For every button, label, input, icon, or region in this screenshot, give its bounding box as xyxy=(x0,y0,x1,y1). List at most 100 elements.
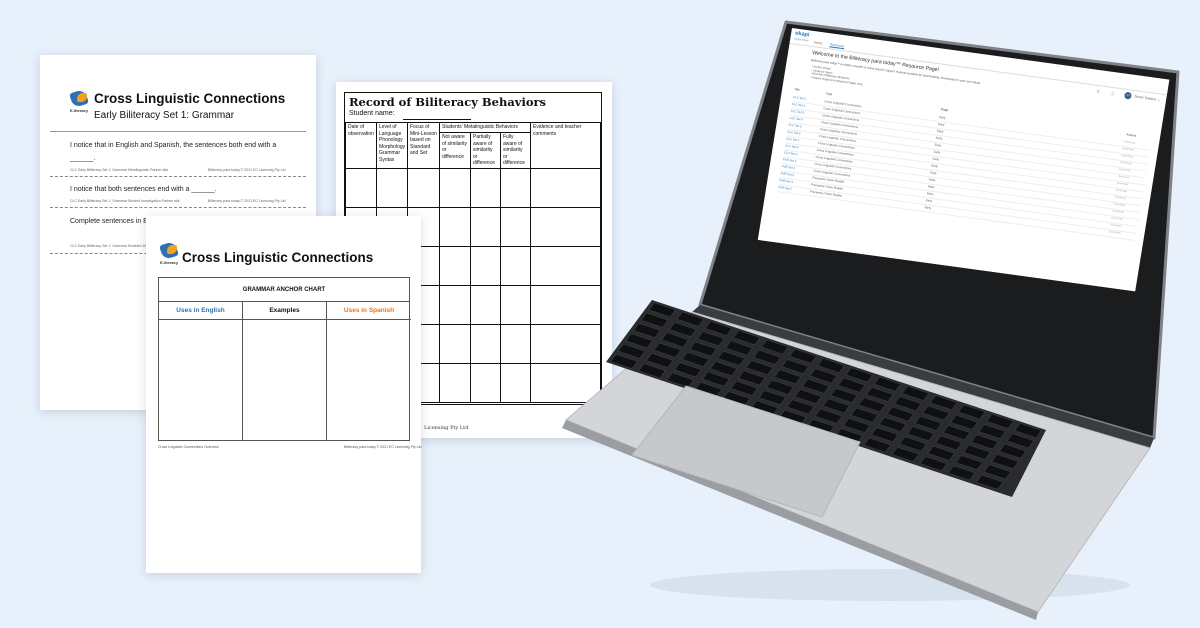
column-header-actions: Actions xyxy=(1126,132,1137,138)
footer-left: CLC Early Biliteracy Set 1: Grammar Mode… xyxy=(70,244,154,248)
prompt-text: I notice that both sentences end with a … xyxy=(70,186,217,193)
download-button[interactable]: Download xyxy=(1114,196,1126,201)
resource-stage: Early xyxy=(931,163,939,169)
logo-caption: E-literacy xyxy=(70,108,89,113)
download-button[interactable]: Download xyxy=(1120,161,1132,166)
resource-stage: Early xyxy=(935,135,943,141)
resource-title-link[interactable]: PVR Set 5 xyxy=(778,185,792,191)
worksheet-subtitle: Early Biliteracy Set 1: Grammar xyxy=(94,110,235,121)
footer-left: CLC Early Biliteracy Set 1: Grammar Stud… xyxy=(70,199,180,203)
download-list: • Anchor Charts • Sentence Stems • Recor… xyxy=(810,65,865,86)
resource-title-link[interactable]: CLC Set 4 xyxy=(789,116,803,122)
download-button[interactable]: Download xyxy=(1123,140,1135,145)
resource-title-link[interactable]: PVR Set 1 xyxy=(783,157,797,163)
footer-right: Biliteracy para today © 2021 EC Licensin… xyxy=(208,199,286,203)
chevron-down-icon: ⌄ xyxy=(1156,97,1161,102)
resource-stage: Early xyxy=(932,156,940,162)
resource-title-link[interactable]: PVR Set 2 xyxy=(781,164,795,170)
help-icon[interactable]: ⓘ xyxy=(1110,91,1115,96)
download-button[interactable]: Download xyxy=(1113,202,1125,207)
col-group-behaviors: Students’ Metalinguistic Behaviors xyxy=(438,122,532,133)
column-examples-header: Examples xyxy=(243,302,326,320)
divider xyxy=(50,131,306,132)
cut-line xyxy=(50,207,306,208)
tab-resources[interactable]: Resources xyxy=(829,42,845,50)
app-tabs: Books Resources xyxy=(813,40,845,50)
download-button[interactable]: Download xyxy=(1119,168,1131,173)
resource-stage: Early xyxy=(934,142,942,148)
col-focus: Focus of Mini-Lesson based on Standard a… xyxy=(407,122,440,169)
column-english-header: Uses in English xyxy=(159,302,242,320)
worksheet-title: Cross Linguistic Connections xyxy=(94,91,286,106)
search-icon[interactable]: ⚲ xyxy=(1096,89,1100,94)
logo-caption: E-literacy xyxy=(160,260,179,265)
col-fully-aware: Fully aware of similarity or difference xyxy=(499,132,532,169)
tab-books[interactable]: Books xyxy=(813,40,823,46)
download-button[interactable]: Download xyxy=(1112,209,1124,214)
biliteracy-logo-icon: E-literacy xyxy=(69,88,90,115)
student-name-line xyxy=(403,119,471,120)
download-button[interactable]: Download xyxy=(1122,147,1134,152)
resource-stage: Early xyxy=(925,198,933,203)
col-partially-aware: Partially aware of similarity or differe… xyxy=(470,132,501,169)
student-name-label: Student name: xyxy=(349,110,395,117)
download-button[interactable]: Download xyxy=(1118,175,1130,180)
footer-left: Cross Linguistic Connections Overview xyxy=(158,445,219,449)
resource-stage: Early xyxy=(929,170,938,176)
resource-stage: Early xyxy=(926,191,934,197)
resource-stage: Early xyxy=(933,149,941,155)
resource-title-link[interactable]: CLC Set 3 xyxy=(790,109,804,115)
resource-title-link[interactable]: CLC Set 1 xyxy=(793,95,807,101)
resource-title-link[interactable]: CLC Set 7 xyxy=(786,137,800,143)
column-header-type[interactable]: Type xyxy=(826,91,833,96)
cut-line xyxy=(50,176,306,177)
column-english: Uses in English xyxy=(159,302,243,440)
column-header-stage[interactable]: Stage xyxy=(940,107,948,112)
column-spanish-header: Uses in Spanish xyxy=(327,302,411,320)
footer-right: Biliteracy para today © 2021 EC Licensin… xyxy=(208,168,286,172)
record-copyright: Licensing Pty Ltd xyxy=(424,425,469,431)
anchor-sheet-title: Cross Linguistic Connections xyxy=(182,250,374,265)
resource-stage: Early xyxy=(936,128,944,134)
grammar-anchor-chart-sheet: E-literacy Cross Linguistic Connections … xyxy=(146,216,421,573)
resource-title-link[interactable]: CLC Set 6 xyxy=(787,130,801,136)
col-not-aware: Not aware of similarity or difference xyxy=(439,132,471,169)
col-level: Level of Language Phonology Morphology G… xyxy=(376,122,408,169)
resource-title-link[interactable]: PVR Set 3 xyxy=(780,171,794,177)
resource-stage: Early xyxy=(928,177,936,183)
resource-title-link[interactable]: CLC Set 9 xyxy=(784,150,798,156)
resource-stage: Early xyxy=(924,205,932,210)
download-button[interactable]: Download xyxy=(1109,230,1121,235)
col-date: Date of observation xyxy=(345,122,377,169)
resource-title-link[interactable]: PVR Set 4 xyxy=(779,178,793,184)
app-logo[interactable]: okapi digital library xyxy=(794,31,810,44)
prompt-footer: CLC Early Biliteracy Set 1: Grammar Meta… xyxy=(70,168,304,172)
column-examples: Examples xyxy=(243,302,327,440)
header-icons: ⚲ ⓘ xyxy=(1096,89,1115,97)
resource-title-link[interactable]: CLC Set 5 xyxy=(788,123,802,129)
download-button[interactable]: Download xyxy=(1110,223,1122,228)
download-button[interactable]: Download xyxy=(1111,216,1123,221)
anchor-chart: GRAMMAR ANCHOR CHART Uses in English Exa… xyxy=(158,277,411,441)
download-button[interactable]: Download xyxy=(1115,189,1127,194)
biliteracy-logo-icon: E-literacy xyxy=(159,240,180,267)
resource-stage: Early xyxy=(927,184,935,190)
laptop: okapi digital library Books Resources ⚲ … xyxy=(560,0,1200,628)
resource-title-link[interactable]: CLC Set 8 xyxy=(785,143,799,149)
footer-right: Biliteracy para today © 2021 EC Licensin… xyxy=(344,445,422,449)
brand-subtitle: digital library xyxy=(794,37,809,43)
column-header-title[interactable]: Title xyxy=(794,87,800,92)
prompt-footer: CLC Early Biliteracy Set 1: Grammar Stud… xyxy=(70,199,304,203)
resource-stage: Early xyxy=(938,114,947,120)
download-button[interactable]: Download xyxy=(1117,182,1129,187)
anchor-chart-title: GRAMMAR ANCHOR CHART xyxy=(159,278,409,302)
download-button[interactable]: Download xyxy=(1121,154,1133,159)
resource-stage: Early xyxy=(937,121,945,127)
column-spanish: Uses in Spanish xyxy=(327,302,411,440)
user-name: Demo Teacher xyxy=(1134,94,1157,102)
resource-title-link[interactable]: CLC Set 2 xyxy=(792,102,806,108)
footer-left: CLC Early Biliteracy Set 1: Grammar Meta… xyxy=(70,168,169,172)
record-title: Record of Biliteracy Behaviors xyxy=(349,95,547,109)
avatar: DT xyxy=(1124,91,1133,100)
prompt-text: I notice that in English and Spanish, th… xyxy=(70,142,277,162)
